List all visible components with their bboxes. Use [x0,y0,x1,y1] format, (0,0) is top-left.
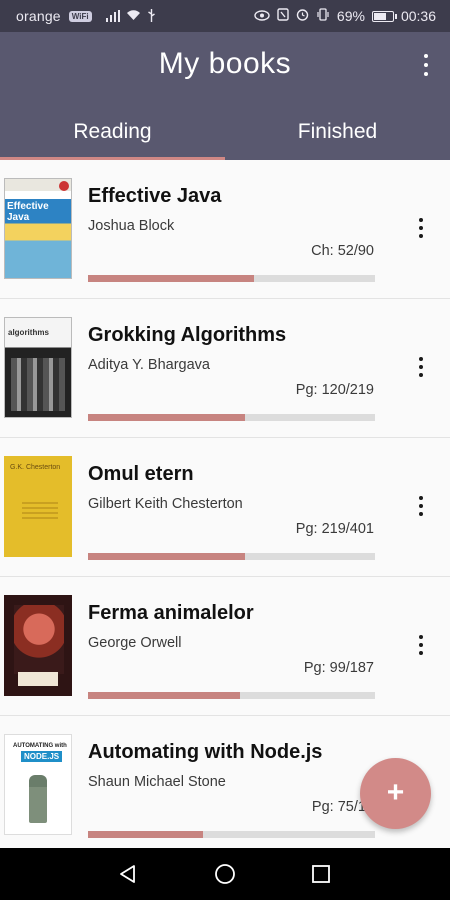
progress-fill [88,553,245,560]
status-bar: orange WiFi 69% 00:36 [0,0,450,32]
battery-icon [371,10,397,22]
cover-illustration [14,605,64,674]
book-cover: AUTOMATING with NODE.JS [4,734,72,835]
book-author: Joshua Block [88,218,175,234]
more-options-icon[interactable] [420,52,432,78]
home-icon[interactable] [214,863,236,885]
vibrate-icon [316,8,330,24]
carrier-name: orange [16,8,61,24]
cover-badge [59,181,69,191]
tab-bar: Reading Finished [0,112,450,160]
book-author: Shaun Michael Stone [88,774,226,790]
book-cover [4,595,72,696]
progress-bar [88,275,375,282]
more-vert-icon[interactable] [416,633,426,657]
list-item[interactable]: algorithms Grokking Algorithms Aditya Y.… [0,299,450,438]
progress-fill [88,414,246,421]
clock: 00:36 [400,8,436,24]
more-vert-icon[interactable] [416,216,426,240]
more-vert-icon[interactable] [416,355,426,379]
usb-icon [147,8,156,24]
progress-bar [88,831,375,838]
cover-title: algorithms [8,328,49,337]
wifi-icon [126,9,141,23]
back-icon[interactable] [117,863,139,885]
book-author: Gilbert Keith Chesterton [88,496,243,512]
progress-text: Ch: 52/90 [311,243,374,259]
progress-text: Pg: 219/401 [295,521,374,537]
book-cover: algorithms [4,317,72,418]
book-title: Effective Java [88,185,222,207]
progress-text: Pg: 99/187 [303,660,374,676]
signal-icon [105,10,120,22]
eye-comfort-icon [254,8,270,24]
book-title: Omul etern [88,463,194,485]
cover-title: Effective Java [7,201,49,223]
book-title: Ferma animalelor [88,602,254,624]
progress-fill [88,692,240,699]
progress-bar [88,414,375,421]
add-book-button[interactable]: + [360,758,431,829]
book-cover: Effective Java [4,178,72,279]
book-author: George Orwell [88,635,182,651]
battery-percent: 69% [336,8,365,24]
page-title: My books [158,47,292,80]
book-list: Effective Java Effective Java Joshua Blo… [0,160,450,848]
wifi-calling-badge: WiFi [68,10,92,22]
cover-illustration [29,775,47,823]
book-title: Automating with Node.js [88,741,323,763]
book-author: Aditya Y. Bhargava [88,357,210,373]
app-bar: My books Reading Finished [0,32,450,160]
progress-fill [88,275,254,282]
cover-brand: NODE.JS [21,751,63,762]
book-cover: G.K. Chesterton [4,456,72,557]
cover-title: AUTOMATING with [13,743,67,749]
list-item[interactable]: G.K. Chesterton Omul etern Gilbert Keith… [0,438,450,577]
book-title: Grokking Algorithms [88,324,287,346]
progress-bar [88,692,375,699]
progress-bar [88,553,375,560]
navigation-bar [0,848,450,900]
cover-illustration [11,358,65,411]
alarm-icon [296,8,309,24]
list-item[interactable]: Effective Java Effective Java Joshua Blo… [0,160,450,299]
tab-reading[interactable]: Reading [0,112,225,160]
recent-apps-icon[interactable] [310,863,332,885]
cover-author: G.K. Chesterton [10,464,61,471]
progress-text: Pg: 120/219 [295,382,374,398]
more-vert-icon[interactable] [416,494,426,518]
progress-fill [88,831,203,838]
list-item[interactable]: Ferma animalelor George Orwell Pg: 99/18… [0,577,450,716]
cover-text-lines [22,502,58,520]
nfc-icon [277,8,289,24]
tab-finished[interactable]: Finished [225,112,450,160]
cover-label [18,672,58,686]
